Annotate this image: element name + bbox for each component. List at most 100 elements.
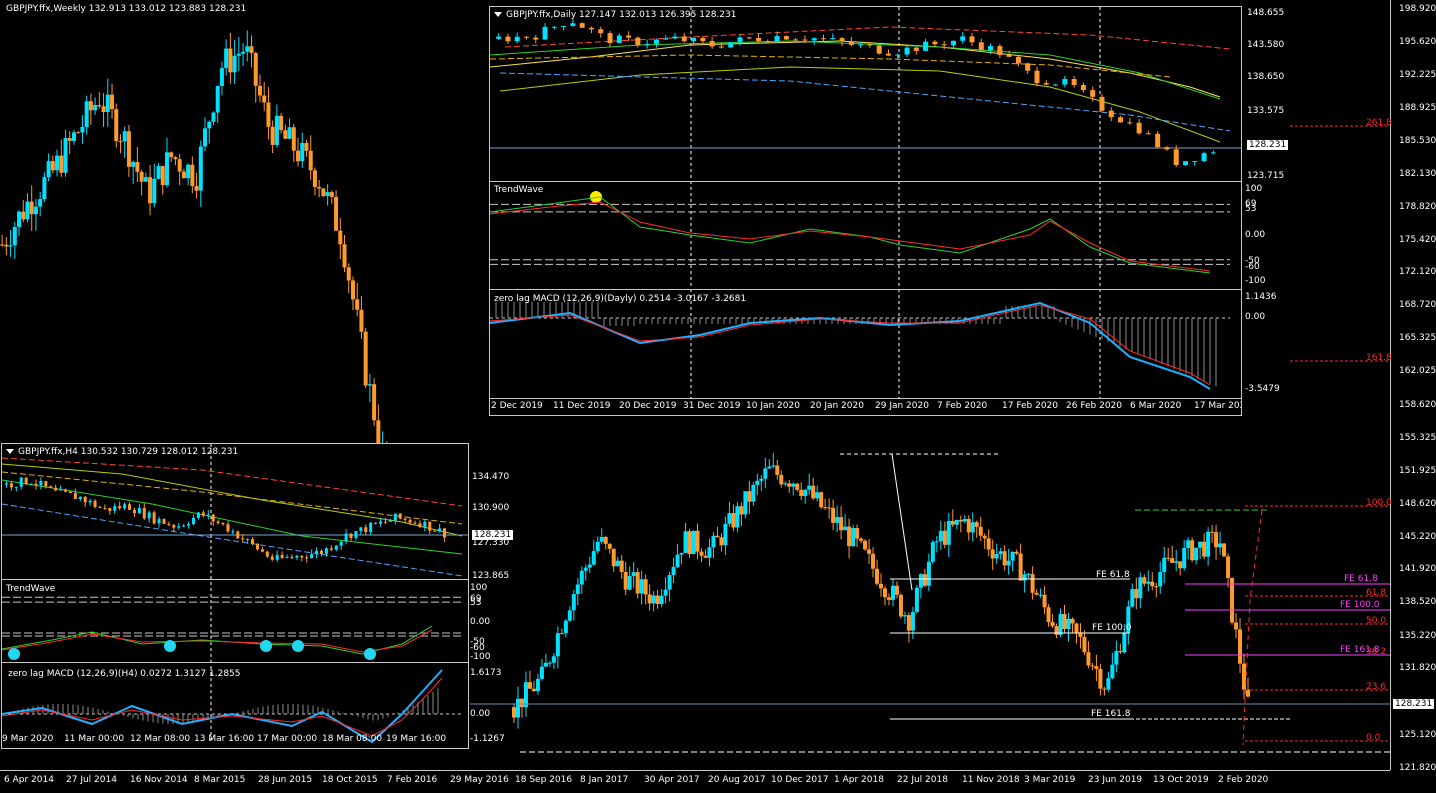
candle-body (167, 523, 171, 525)
weekly-price-label: 158.620 (1399, 400, 1436, 410)
h4-signal-dot (292, 640, 304, 652)
weekly-date-label: 3 Mar 2019 (1024, 775, 1076, 785)
daily-trendwave-level: 100 (1245, 184, 1263, 194)
candle-body (823, 507, 828, 509)
candle-body (203, 128, 208, 147)
candle-body (867, 549, 872, 554)
daily-date-label: 7 Feb 2020 (937, 401, 988, 411)
candle-body (251, 539, 255, 544)
candle-body (930, 542, 935, 562)
h4-date-label: 12 Mar 08:00 (130, 734, 191, 744)
daily-chart-window[interactable]: GBPJPY.ffx,Daily 127.147 132.013 126.395… (489, 6, 1242, 416)
weekly-price-label: 145.220 (1399, 532, 1436, 542)
weekly-date-label: 28 Jun 2015 (258, 775, 313, 785)
weekly-price-label: 168.720 (1399, 300, 1436, 310)
candle-body (88, 101, 93, 111)
candle-body (599, 537, 604, 542)
candle-body (819, 492, 824, 508)
candle-body (904, 47, 910, 55)
candle-body (317, 186, 322, 189)
daily-macd-level: -3.5479 (1245, 384, 1280, 394)
daily-trendwave-title: TrendWave (494, 185, 544, 195)
candle-body (1090, 90, 1096, 97)
candle-body (575, 584, 580, 595)
collapse-triangle-icon[interactable] (494, 12, 502, 17)
h4-trendwave-level: 0.00 (470, 617, 491, 627)
h4-signal-dot (8, 648, 20, 660)
candle-body (547, 662, 552, 664)
candle-body (1202, 541, 1207, 557)
candle-body (388, 520, 392, 522)
candle-body (644, 43, 650, 46)
candle-body (1242, 663, 1247, 690)
candle-body (655, 595, 660, 605)
candle-body (1110, 664, 1115, 679)
candle-body (1198, 541, 1203, 548)
fibo-level-label: 23.6 (1366, 682, 1387, 692)
candle-body (1014, 551, 1019, 554)
candle-body (799, 489, 804, 497)
weekly-date-label: 20 Aug 2017 (708, 775, 766, 785)
candle-body (551, 26, 557, 28)
candle-body (653, 39, 659, 44)
daily-price-label: 128.231 (1247, 140, 1289, 150)
candle-body (342, 244, 347, 268)
candle-body (988, 46, 994, 51)
candle-body (354, 531, 358, 539)
candle-body (709, 41, 715, 47)
candle-body (372, 384, 377, 421)
candle-body (1022, 574, 1027, 581)
candle-body (941, 44, 947, 46)
candle-body (735, 506, 740, 528)
candle-body (93, 500, 97, 508)
weekly-date-label: 7 Feb 2016 (387, 775, 438, 785)
candle-body (879, 583, 883, 589)
candle-body (635, 572, 640, 594)
candle-body (759, 478, 764, 481)
candle-body (177, 159, 182, 172)
candle-body (24, 477, 28, 485)
weekly-chart-title: GBPJPY.ffx,Weekly 132.913 133.012 123.88… (6, 4, 247, 14)
weekly-date-label: 16 Nov 2014 (130, 775, 188, 785)
candle-body (59, 489, 63, 491)
candle-body (39, 481, 43, 486)
candle-body (285, 556, 289, 558)
candle-body (1046, 607, 1051, 623)
candle-body (334, 545, 338, 550)
candle-body (615, 560, 620, 567)
candle-body (843, 526, 848, 531)
candle-body (73, 492, 77, 500)
candle-body (1134, 589, 1139, 599)
candle-body (631, 572, 636, 577)
weekly-price-label: 151.925 (1399, 466, 1436, 476)
fibo-level-label: 50.0 (1366, 616, 1387, 626)
candle-body (727, 513, 732, 524)
candle-body (1130, 589, 1135, 607)
candle-body (98, 507, 102, 509)
candle-body (1138, 577, 1143, 599)
candle-body (84, 101, 89, 127)
candle-body (839, 517, 844, 531)
h4-trendwave-level: 100 (470, 583, 488, 593)
weekly-price-axis[interactable]: 198.920 195.620 192.225 188.925 185.530 182.1… (1390, 0, 1436, 773)
fe-label: FE 61.8 (1096, 570, 1130, 580)
collapse-triangle-icon[interactable] (6, 449, 14, 454)
candle-body (196, 512, 200, 518)
candle-body (539, 666, 544, 679)
candle-body (867, 44, 873, 46)
candle-body (851, 528, 856, 547)
candle-body (143, 177, 148, 182)
daily-price-label: 148.655 (1247, 8, 1285, 18)
weekly-date-axis[interactable]: 6 Apr 2014 27 Jul 2014 16 Nov 2014 8 Mar 20… (0, 770, 1390, 793)
candle-body (34, 483, 38, 486)
daily-candles (490, 7, 1241, 398)
daily-date-label: 11 Dec 2019 (553, 401, 611, 411)
candle-body (1164, 147, 1170, 150)
candle-body (363, 331, 368, 386)
candle-body (746, 37, 752, 39)
h4-chart-window[interactable]: GBPJPY.ffx,H4 130.532 130.729 128.012 12… (1, 443, 469, 749)
candle-body (875, 568, 880, 584)
candle-body (743, 491, 748, 515)
candle-body (110, 94, 115, 110)
candle-body (1082, 636, 1087, 653)
